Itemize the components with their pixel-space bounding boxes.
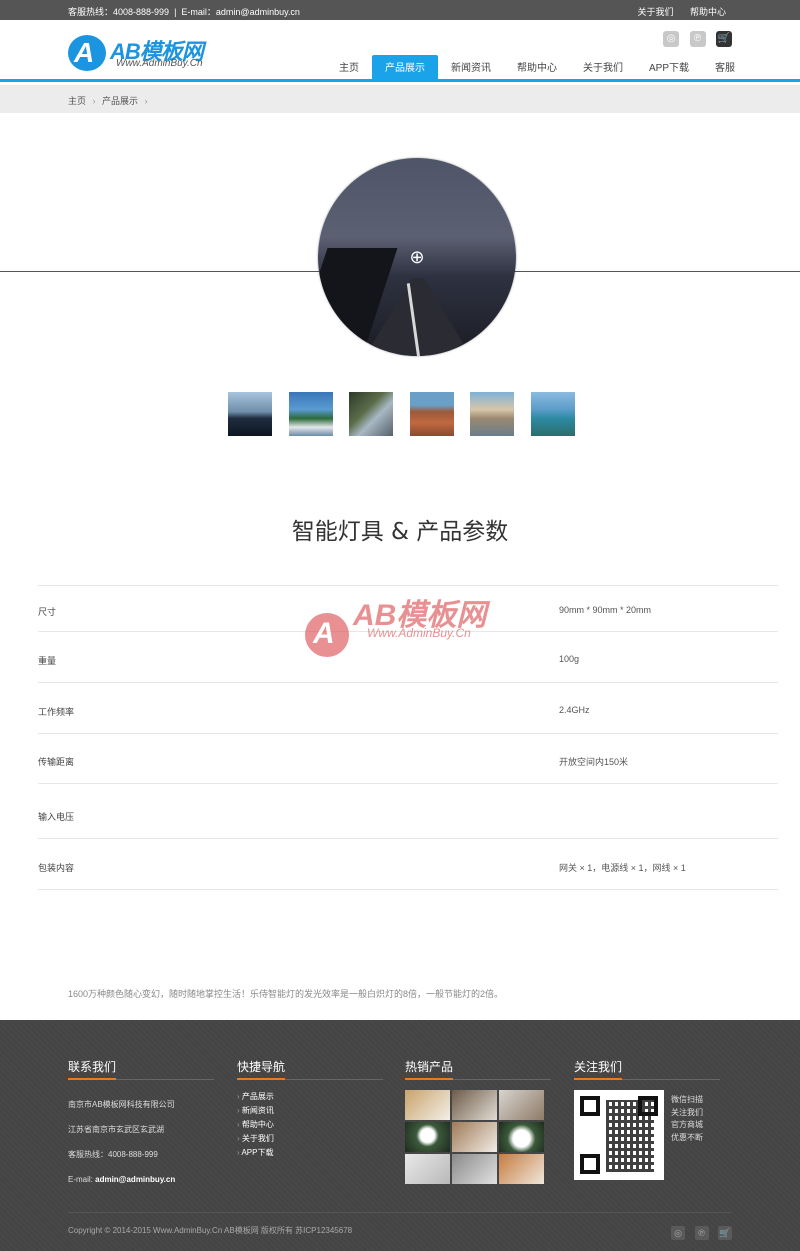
spec-row: 工作频率 2.4GHz: [38, 682, 778, 733]
thumbnail-1[interactable]: [228, 392, 272, 436]
contact-info: 客服热线：4008-888-999 | E-mail：admin@adminbu…: [68, 7, 300, 17]
hot-product-thumb[interactable]: [452, 1154, 497, 1184]
breadcrumb-home[interactable]: 主页: [68, 96, 86, 106]
footer-follow-title: 关注我们: [574, 1058, 720, 1080]
hot-product-thumb[interactable]: [499, 1154, 544, 1184]
footer-email-label: E-mail:: [68, 1175, 93, 1184]
spec-key: 工作频率: [38, 707, 75, 717]
header-icons: ◎ ℗ 🛒: [657, 28, 732, 47]
footer-contact: 联系我们 南京市AB模板网科技有限公司 江苏省南京市玄武区玄武湖 客服热线：40…: [68, 1058, 214, 1192]
footer-hot-products: 热销产品: [405, 1058, 551, 1184]
chevron-right-icon: ›: [92, 96, 96, 106]
thumbnail-4[interactable]: [409, 392, 454, 436]
quick-link-about[interactable]: 关于我们: [237, 1132, 383, 1146]
spec-value: 2.4GHz: [559, 705, 590, 715]
nav-app[interactable]: APP下载: [636, 55, 702, 82]
quick-link-products[interactable]: 产品展示: [237, 1090, 383, 1104]
footer-hot-products-title: 热销产品: [405, 1058, 551, 1080]
quick-link-app[interactable]: APP下载: [237, 1146, 383, 1160]
footer-email[interactable]: admin@adminbuy.cn: [95, 1175, 175, 1184]
thumbnail-5[interactable]: [470, 392, 514, 436]
cart-icon[interactable]: 🛒: [718, 1226, 732, 1240]
nav-service[interactable]: 客服: [702, 55, 748, 82]
pinterest-icon[interactable]: ℗: [689, 31, 706, 47]
quick-link-news[interactable]: 新闻资讯: [237, 1104, 383, 1118]
top-bar: 客服热线：4008-888-999 | E-mail：admin@adminbu…: [0, 0, 800, 20]
company-name: 南京市AB模板网科技有限公司: [68, 1100, 175, 1109]
spec-row: 传输距离 开放空间内150米: [38, 733, 778, 783]
follow-text: 微信扫描 关注我们 官方商城 优惠不断: [671, 1095, 703, 1142]
hot-product-thumb[interactable]: [452, 1122, 497, 1152]
thumbnail-3[interactable]: [349, 392, 393, 436]
hot-product-thumb[interactable]: [452, 1090, 497, 1120]
hero-image[interactable]: ⊕: [318, 158, 516, 356]
watermark-logo: A AB模板网 Www.AdminBuy.Cn: [305, 588, 505, 658]
footer-icons: ◎ ℗ 🛒: [666, 1223, 732, 1241]
footer-contact-title: 联系我们: [68, 1058, 214, 1080]
thumbnail-strip: [228, 392, 591, 436]
nav-products[interactable]: 产品展示: [372, 55, 438, 82]
main-nav: 主页 产品展示 新闻资讯 帮助中心 关于我们 APP下载 客服: [326, 55, 748, 82]
email-text: E-mail：admin@adminbuy.cn: [181, 7, 300, 17]
spec-value: 90mm * 90mm * 20mm: [559, 605, 652, 615]
thumbnail-2[interactable]: [288, 392, 333, 436]
footer-hotline: 客服热线：4008-888-999: [68, 1150, 158, 1159]
site-logo[interactable]: A AB模板网 Www.AdminBuy.Cn: [68, 34, 218, 74]
spec-value: 100g: [559, 654, 580, 664]
chevron-right-icon: ›: [144, 96, 148, 106]
header: A AB模板网 Www.AdminBuy.Cn ◎ ℗ 🛒 主页 产品展示 新闻…: [0, 20, 800, 82]
watermark-mark-icon: A: [305, 613, 349, 657]
breadcrumb: 主页 › 产品展示 ›: [0, 85, 800, 113]
spec-key: 包装内容: [38, 863, 75, 873]
nav-home[interactable]: 主页: [326, 55, 372, 82]
hot-product-thumb[interactable]: [499, 1122, 544, 1152]
footer: 联系我们 南京市AB模板网科技有限公司 江苏省南京市玄武区玄武湖 客服热线：40…: [0, 1020, 800, 1251]
company-address: 江苏省南京市玄武区玄武湖: [68, 1125, 164, 1134]
copyright: Copyright © 2014-2015 Www.AdminBuy.Cn AB…: [68, 1226, 353, 1235]
cart-icon[interactable]: 🛒: [716, 31, 732, 47]
logo-mark-icon: A: [68, 35, 106, 71]
spec-key: 重量: [38, 656, 57, 666]
hot-product-thumb[interactable]: [405, 1122, 450, 1152]
hot-product-thumb[interactable]: [499, 1090, 544, 1120]
top-link-about[interactable]: 关于我们: [637, 7, 673, 17]
spec-row: 输入电压: [38, 783, 778, 838]
footer-follow: 关注我们 微信扫描 关注我们 官方商城 优惠不断: [574, 1058, 720, 1180]
nav-help[interactable]: 帮助中心: [504, 55, 570, 82]
spec-row: 包装内容 网关 × 1，电源线 × 1，网线 × 1: [38, 838, 778, 889]
footer-divider: [68, 1212, 732, 1213]
weibo-icon[interactable]: ◎: [671, 1226, 686, 1240]
hot-product-thumb[interactable]: [405, 1154, 450, 1184]
spec-key: 传输距离: [38, 757, 75, 767]
logo-url: Www.AdminBuy.Cn: [116, 58, 203, 69]
product-description: 1600万种颜色随心变幻，随时随地掌控生活！乐侍智能灯的发光效率是一般白炽灯的8…: [68, 989, 504, 999]
footer-quick-nav-title: 快捷导航: [237, 1058, 383, 1080]
quick-link-help[interactable]: 帮助中心: [237, 1118, 383, 1132]
thumbnail-6[interactable]: [530, 392, 575, 436]
spec-key: 输入电压: [38, 812, 75, 822]
top-link-help[interactable]: 帮助中心: [690, 7, 726, 17]
top-links: 关于我们 帮助中心: [623, 5, 726, 18]
zoom-in-icon[interactable]: ⊕: [407, 247, 427, 267]
spec-value: 开放空间内150米: [559, 757, 629, 767]
nav-news[interactable]: 新闻资讯: [438, 55, 504, 82]
product-title: 智能灯具 & 产品参数: [291, 519, 509, 545]
spec-value: 网关 × 1，电源线 × 1，网线 × 1: [559, 863, 686, 873]
hot-product-thumb[interactable]: [405, 1090, 450, 1120]
footer-quick-nav: 快捷导航 产品展示 新闻资讯 帮助中心 关于我们 APP下载: [237, 1058, 383, 1160]
spec-key: 尺寸: [38, 607, 57, 617]
weibo-icon[interactable]: ◎: [663, 31, 680, 47]
nav-about[interactable]: 关于我们: [570, 55, 636, 82]
breadcrumb-products[interactable]: 产品展示: [102, 96, 138, 106]
qr-code: [574, 1090, 664, 1180]
pinterest-icon[interactable]: ℗: [694, 1226, 709, 1240]
hotline-text: 客服热线：4008-888-999: [68, 7, 170, 17]
